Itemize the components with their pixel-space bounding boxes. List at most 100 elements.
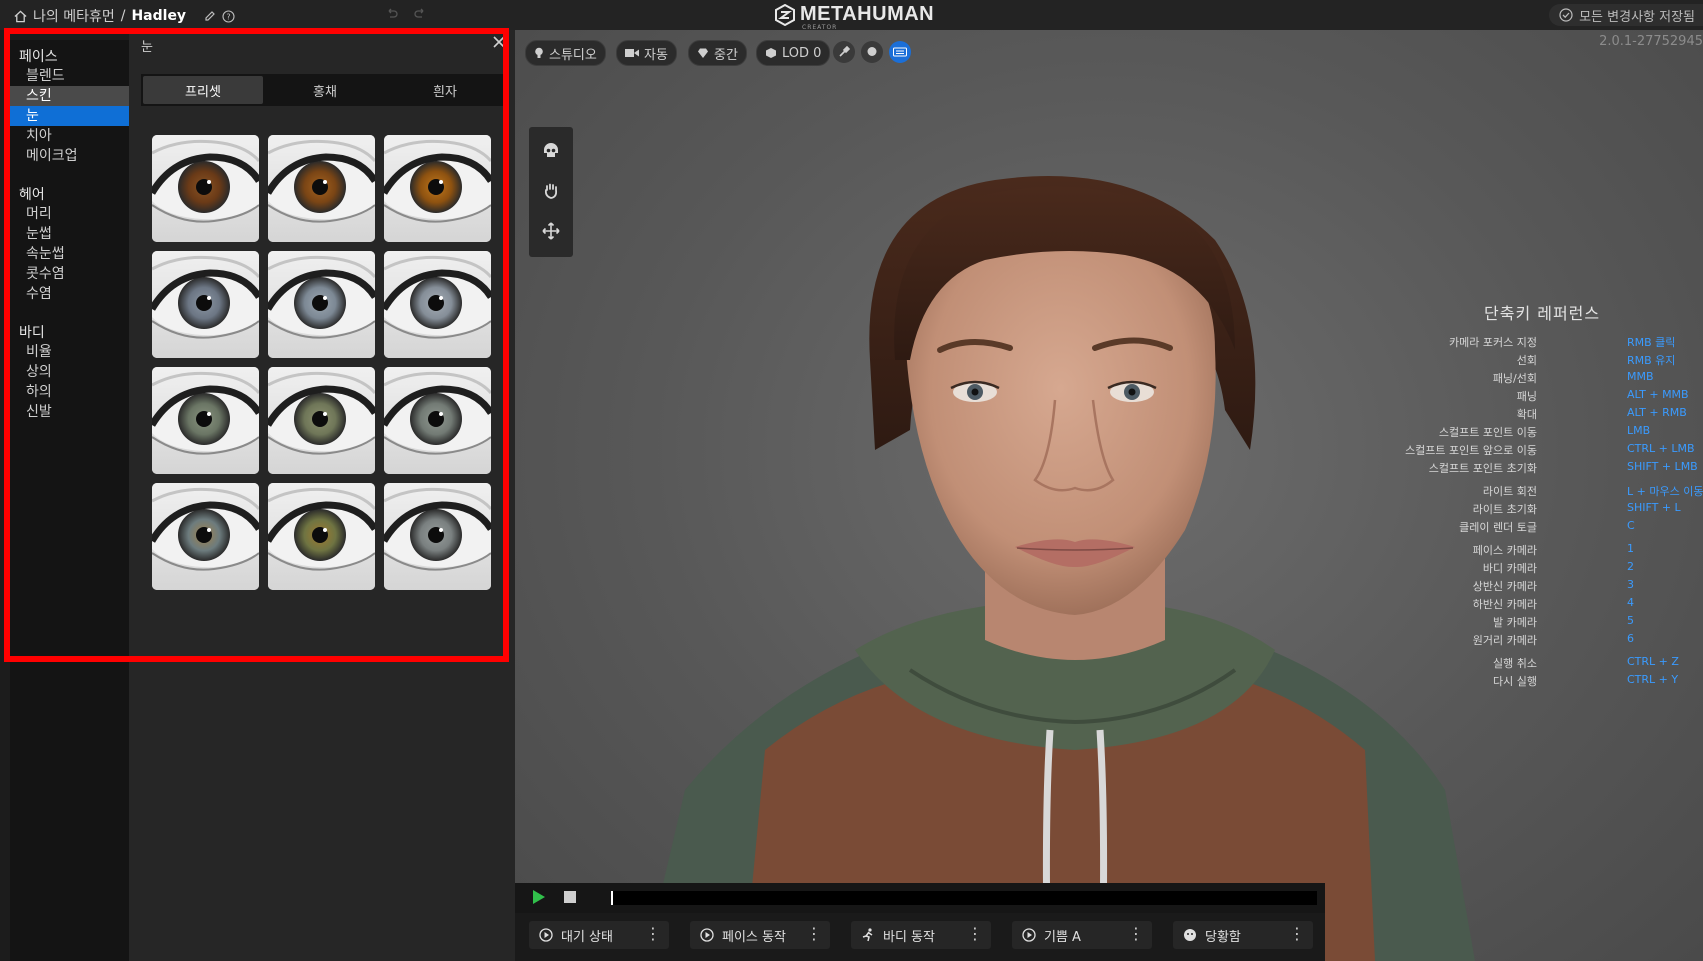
shortcut-action: 원거리 카메라	[1472, 634, 1537, 647]
sidebar-item[interactable]: 신발	[10, 402, 129, 422]
eye-image	[384, 251, 491, 358]
edit-icon[interactable]	[204, 10, 216, 22]
shortcut-action: 패닝/선회	[1492, 372, 1537, 385]
tab-presets[interactable]: 프리셋	[143, 76, 263, 104]
texture-toggle[interactable]	[861, 41, 883, 63]
eye-preset-thumbnail[interactable]	[152, 251, 259, 358]
animation-player	[515, 883, 1325, 913]
playhead[interactable]	[611, 891, 613, 905]
pose-label: 당황함	[1205, 929, 1241, 945]
save-status: 모든 변경사항 저장됨	[1549, 4, 1703, 26]
lighting-label: 스튜디오	[549, 47, 597, 63]
eye-preset-thumbnail[interactable]	[384, 483, 491, 590]
eye-preset-thumbnail[interactable]	[268, 251, 375, 358]
sidebar-item[interactable]: 상의	[10, 362, 129, 382]
home-icon[interactable]	[14, 10, 27, 23]
shortcut-row: 클레이 렌더 토글 C	[515, 519, 1703, 537]
tab-iris[interactable]: 홍채	[265, 74, 385, 106]
help-icon[interactable]: ?	[222, 9, 235, 23]
play-circle-icon	[700, 928, 714, 942]
redo-icon[interactable]	[413, 7, 427, 21]
shortcut-key: ALT + MMB	[1627, 388, 1689, 401]
shortcut-title: 단축키 레퍼런스	[1484, 304, 1601, 323]
sidebar-item[interactable]: 수염	[10, 284, 129, 304]
pose-button[interactable]: 페이스 동작 ⋮	[690, 921, 830, 949]
shortcut-row: 다시 실행 CTRL + Y	[515, 673, 1703, 691]
sidebar-item[interactable]: 눈썹	[10, 224, 129, 244]
eye-preset-thumbnail[interactable]	[152, 483, 259, 590]
eye-image	[384, 135, 491, 242]
camera-dropdown[interactable]: 자동	[616, 40, 677, 66]
sidebar-item[interactable]: 메이크업	[10, 146, 129, 166]
shortcut-key: RMB 클릭	[1627, 336, 1676, 349]
tab-sclera[interactable]: 흰자	[385, 74, 505, 106]
eye-preset-thumbnail[interactable]	[268, 135, 375, 242]
shortcut-action: 스컬프트 포인트 이동	[1438, 426, 1537, 439]
lighting-dropdown[interactable]: 스튜디오	[525, 40, 606, 66]
eye-preset-thumbnail[interactable]	[268, 367, 375, 474]
eye-preset-thumbnail[interactable]	[384, 367, 491, 474]
play-circle-icon	[539, 928, 553, 942]
shortcut-key: C	[1627, 519, 1635, 532]
shortcut-action: 패닝	[1516, 390, 1537, 403]
shortcut-row: 바디 카메라 2	[515, 560, 1703, 578]
keyboard-icon	[893, 47, 907, 57]
eye-image	[152, 367, 259, 474]
shortcut-action: 실행 취소	[1493, 657, 1537, 670]
shortcut-row: 카메라 포커스 지정 RMB 클릭	[515, 334, 1703, 352]
sidebar-item[interactable]: 콧수염	[10, 264, 129, 284]
pose-button[interactable]: 기쁨 A ⋮	[1012, 921, 1152, 949]
shortcut-key: 1	[1627, 542, 1634, 555]
undo-icon[interactable]	[385, 7, 399, 21]
panel-title: 눈	[141, 40, 153, 55]
play-icon[interactable]	[533, 890, 545, 904]
move-icon[interactable]	[541, 221, 561, 241]
shortcut-key: MMB	[1627, 370, 1654, 383]
eye-image	[152, 483, 259, 590]
eye-preset-thumbnail[interactable]	[268, 483, 375, 590]
more-options-icon[interactable]: ⋮	[1128, 926, 1144, 942]
more-options-icon[interactable]: ⋮	[967, 926, 983, 942]
viewport[interactable]: 스튜디오 자동 중간 LOD 0 2.0.1-27752945 단축키 레퍼런스…	[515, 30, 1703, 961]
sidebar-item[interactable]: 속눈썹	[10, 244, 129, 264]
close-icon[interactable]	[491, 34, 507, 50]
sidebar-item[interactable]: 머리	[10, 204, 129, 224]
sidebar-item[interactable]: 블렌드	[10, 66, 129, 86]
shortcut-row: 패닝/선회 MMB	[515, 370, 1703, 388]
pose-button[interactable]: 바디 동작 ⋮	[851, 921, 991, 949]
eye-image	[384, 483, 491, 590]
stop-icon[interactable]	[564, 891, 576, 903]
shortcut-action: 스컬프트 포인트 앞으로 이동	[1405, 444, 1537, 457]
sidebar-item[interactable]: 비율	[10, 342, 129, 362]
timeline-scrubber[interactable]	[611, 891, 1317, 905]
shortcut-key: CTRL + Z	[1627, 655, 1679, 668]
eye-image	[268, 251, 375, 358]
lod-dropdown[interactable]: LOD 0	[756, 40, 831, 66]
check-circle-icon	[1559, 8, 1573, 22]
pose-button[interactable]: 당황함 ⋮	[1173, 921, 1313, 949]
pose-button[interactable]: 대기 상태 ⋮	[529, 921, 669, 949]
quality-dropdown[interactable]: 중간	[688, 40, 747, 66]
shortcut-key: 4	[1627, 596, 1634, 609]
breadcrumb-root[interactable]: 나의 메타휴먼	[33, 6, 115, 26]
eye-preset-thumbnail[interactable]	[384, 135, 491, 242]
shortcut-row: 상반신 카메라 3	[515, 578, 1703, 596]
shortcut-action: 하반신 카메라	[1472, 598, 1537, 611]
eye-preset-thumbnail[interactable]	[384, 251, 491, 358]
eye-preset-thumbnail[interactable]	[152, 135, 259, 242]
category-sidebar: 페이스 블렌드 스킨 눈 치아 메이크업 헤어 머리 눈썹 속눈썹 콧수염 수염 바디 비율 상의 하의 신발	[10, 40, 129, 961]
clay-render-toggle[interactable]	[833, 41, 855, 63]
sculpt-hand-icon[interactable]	[541, 181, 561, 201]
keyboard-shortcuts-toggle[interactable]	[889, 41, 911, 63]
skull-icon[interactable]	[541, 141, 561, 161]
left-panel: 페이스 블렌드 스킨 눈 치아 메이크업 헤어 머리 눈썹 속눈썹 콧수염 수염 바디 비율 상의 하의 신발 …	[0, 30, 515, 961]
more-options-icon[interactable]: ⋮	[806, 926, 822, 942]
sidebar-item[interactable]: 스킨	[10, 86, 129, 106]
eye-preset-thumbnail[interactable]	[152, 367, 259, 474]
sidebar-item[interactable]: 눈	[10, 106, 129, 126]
sidebar-item[interactable]: 치아	[10, 126, 129, 146]
sidebar-item[interactable]: 하의	[10, 382, 129, 402]
more-options-icon[interactable]: ⋮	[645, 926, 661, 942]
shortcut-row: 스컬프트 포인트 앞으로 이동 CTRL + LMB	[515, 442, 1703, 460]
more-options-icon[interactable]: ⋮	[1289, 926, 1305, 942]
